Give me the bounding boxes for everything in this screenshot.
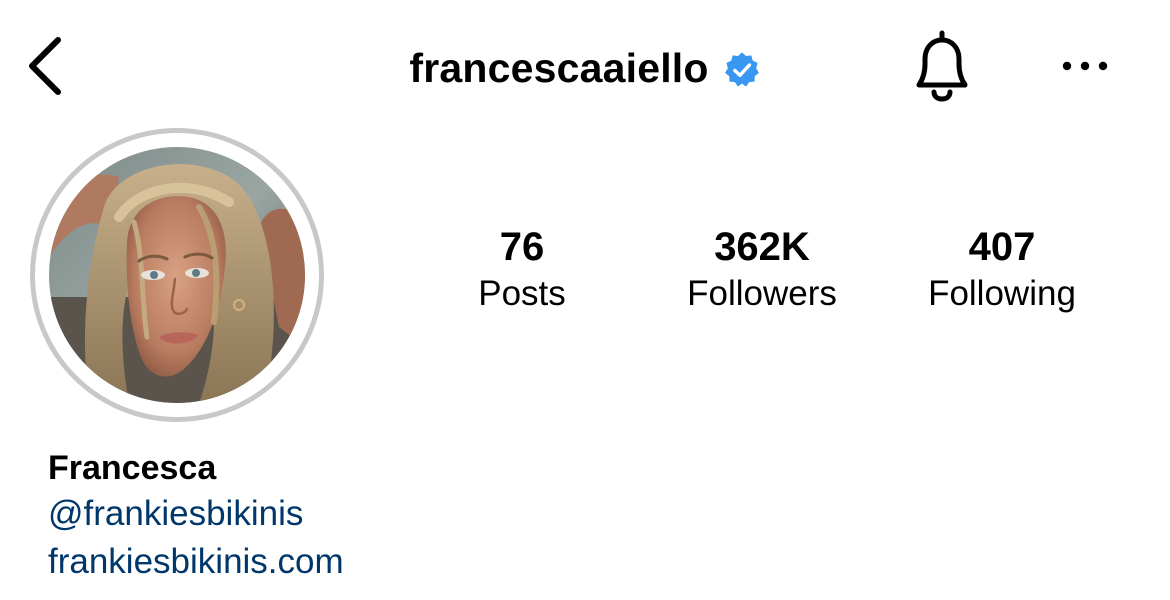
notifications-button[interactable] [900,26,984,106]
more-horizontal-icon [1062,61,1108,71]
followers-stat[interactable]: 362K Followers [642,224,882,318]
following-count: 407 [968,225,1036,269]
profile-photo [49,147,305,403]
username-title: francescaaiello [409,44,709,91]
bio-website-link[interactable]: frankiesbikinis.com [48,538,748,586]
posts-stat[interactable]: 76 Posts [402,224,642,318]
avatar[interactable] [49,147,305,403]
followers-count: 362K [714,225,810,269]
bio-mention-link[interactable]: @frankiesbikinis [48,490,748,538]
display-name: Francesca [48,449,217,487]
followers-label: Followers [687,274,837,313]
following-label: Following [928,274,1076,313]
more-options-button[interactable] [1050,42,1122,90]
profile-bio: Francesca @frankiesbikinis frankiesbikin… [48,446,748,586]
following-stat[interactable]: 407 Following [882,224,1122,318]
posts-count: 76 [499,225,545,269]
verified-badge-icon [724,52,759,87]
bell-icon [916,30,968,102]
posts-label: Posts [478,274,566,313]
avatar-ring[interactable] [30,128,324,422]
profile-header-title: francescaaiello [0,38,1170,98]
